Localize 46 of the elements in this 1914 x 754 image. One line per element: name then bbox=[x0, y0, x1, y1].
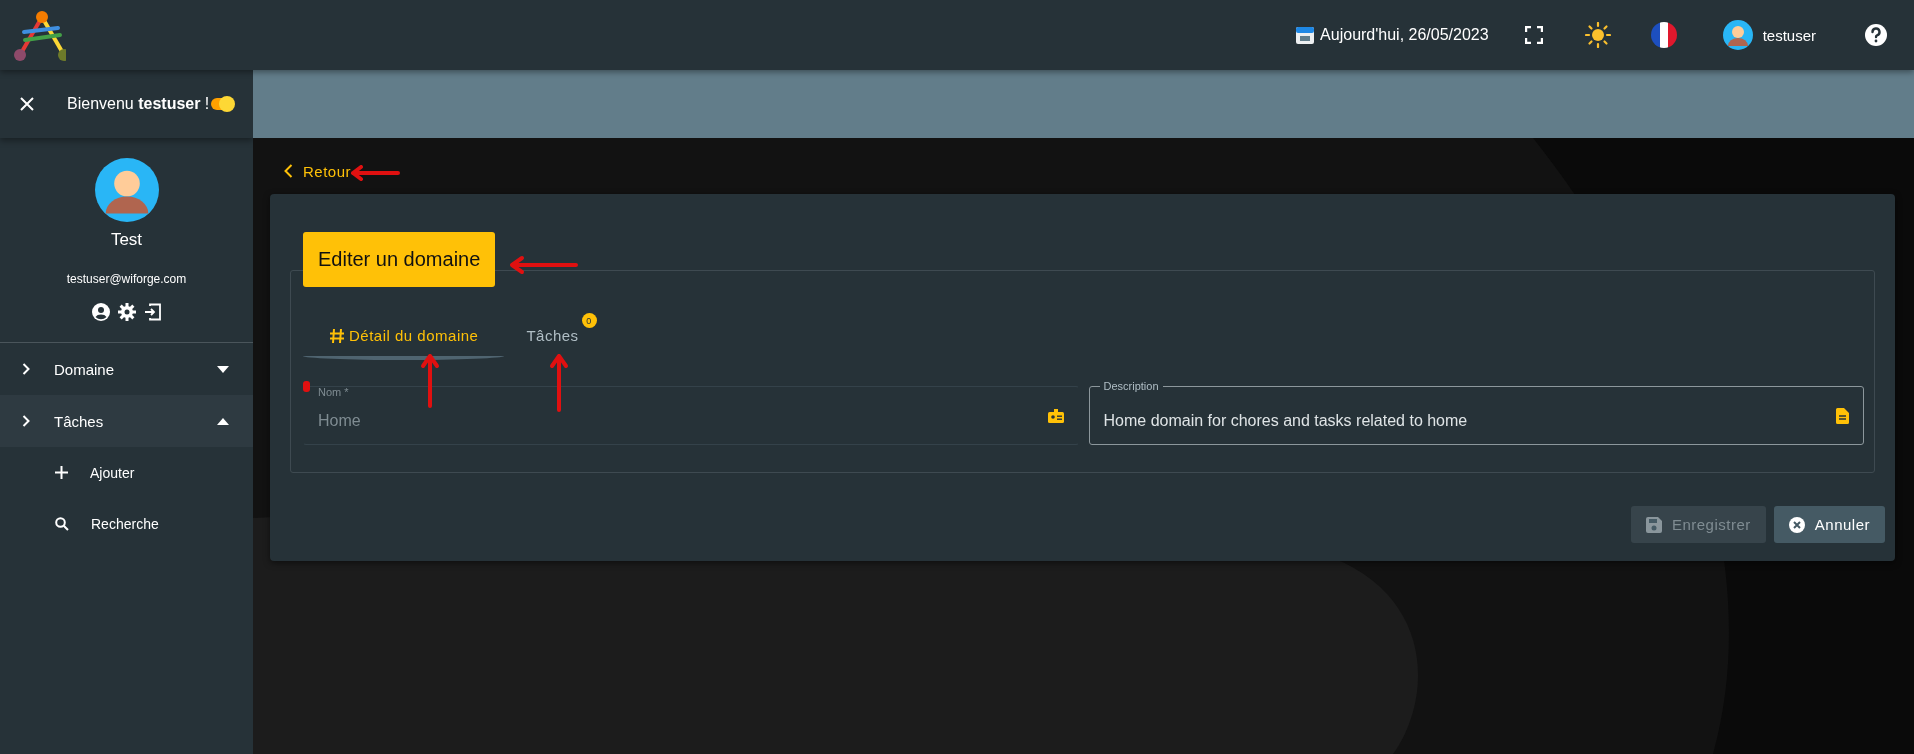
profile-name: Test bbox=[110, 230, 143, 250]
back-link[interactable]: Retour bbox=[284, 161, 352, 181]
close-circle-icon bbox=[1788, 516, 1805, 533]
nav-item[interactable]: Domaine bbox=[0, 343, 253, 395]
field-label: Nom * bbox=[317, 386, 350, 398]
tab[interactable]: Tâches 0 bbox=[504, 313, 601, 360]
annotation-arrow bbox=[350, 165, 400, 181]
chevron-left-icon bbox=[284, 164, 293, 178]
help-icon[interactable] bbox=[1864, 23, 1888, 47]
chevron-icon bbox=[22, 363, 30, 375]
search-icon bbox=[55, 516, 69, 531]
input-field[interactable]: Home domain for chores and tasks related to home bbox=[1103, 401, 1836, 430]
nav-subitem[interactable]: Ajouter bbox=[0, 447, 253, 498]
toggle-switch[interactable] bbox=[211, 98, 233, 110]
annotation-arrow bbox=[420, 353, 440, 409]
id-card-icon bbox=[1047, 408, 1064, 423]
hash-icon bbox=[329, 327, 345, 344]
field-label: Description bbox=[1099, 380, 1163, 392]
tab[interactable]: Détail du domaine bbox=[303, 313, 505, 360]
chevron-icon bbox=[22, 415, 30, 427]
account-icon[interactable] bbox=[91, 303, 110, 321]
annotation-arrow bbox=[509, 255, 579, 275]
flag-icon[interactable] bbox=[1650, 22, 1677, 48]
profile-email: testuser@wiforge.com bbox=[66, 272, 187, 286]
close-icon[interactable] bbox=[20, 97, 34, 111]
caret-icon bbox=[217, 417, 229, 425]
calendar-icon bbox=[1295, 25, 1316, 45]
count-badge: 0 bbox=[581, 313, 597, 328]
settings-icon[interactable] bbox=[117, 303, 136, 321]
form-title: Editer un domaine bbox=[303, 232, 496, 287]
document-icon bbox=[1836, 407, 1849, 424]
nav-item[interactable]: Tâches bbox=[0, 395, 253, 447]
welcome-text: Bienvenu testuser ! bbox=[67, 95, 210, 113]
cancel-button[interactable]: Annuler bbox=[1773, 506, 1885, 543]
avatar-icon bbox=[94, 158, 159, 222]
annotation-arrow bbox=[549, 353, 569, 413]
date-text: Aujourd'hui, 26/05/2023 bbox=[1320, 26, 1489, 44]
fullscreen-icon[interactable] bbox=[1524, 26, 1543, 44]
avatar-icon[interactable] bbox=[1722, 20, 1753, 50]
logout-icon[interactable] bbox=[143, 303, 162, 321]
annotation-mark bbox=[303, 381, 310, 392]
nav-subitem[interactable]: Recherche bbox=[0, 498, 253, 549]
plus-icon bbox=[55, 466, 68, 479]
username[interactable]: testuser bbox=[1762, 26, 1816, 44]
sun-icon[interactable] bbox=[1584, 22, 1611, 48]
caret-icon bbox=[217, 365, 229, 373]
